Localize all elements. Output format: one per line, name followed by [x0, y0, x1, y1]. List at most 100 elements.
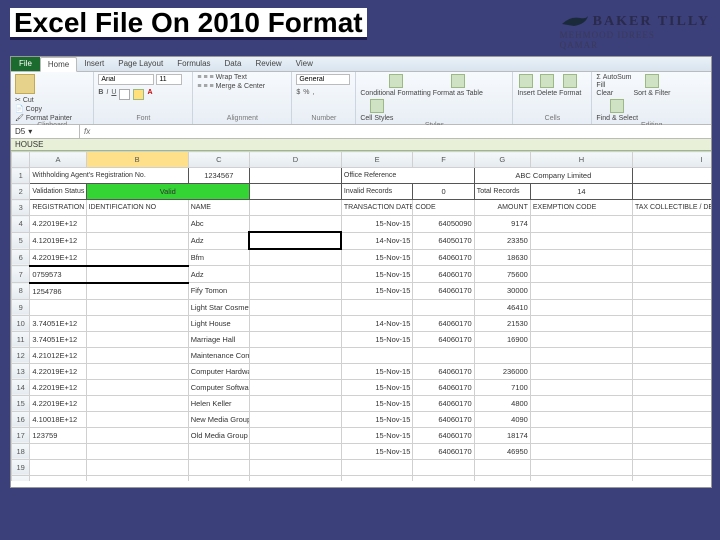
cell-date[interactable]: 15-Nov-15: [341, 427, 413, 443]
cell-date[interactable]: 15-Nov-15: [341, 249, 413, 266]
cell-code[interactable]: 64060170: [413, 331, 474, 347]
cell-d[interactable]: [249, 347, 341, 363]
table-row[interactable]: 19: [12, 459, 712, 475]
cell-d[interactable]: [249, 331, 341, 347]
cell-name[interactable]: Abc: [188, 216, 249, 233]
cell-reg[interactable]: 0759573: [30, 266, 86, 283]
cell-date[interactable]: 15-Nov-15: [341, 331, 413, 347]
table-row[interactable]: 1815-Nov-156406017046950Valid: [12, 443, 712, 459]
cell-code[interactable]: 64060170: [413, 427, 474, 443]
cell-reg[interactable]: 4.12019E+12: [30, 232, 86, 249]
align-top-icon[interactable]: ≡: [197, 74, 201, 81]
cell-code[interactable]: 64060170: [413, 249, 474, 266]
cell-code[interactable]: 64060170: [413, 283, 474, 300]
cell-date[interactable]: 15-Nov-15: [341, 411, 413, 427]
tab-view[interactable]: View: [289, 57, 320, 71]
value-reg-no[interactable]: 1234567: [188, 168, 249, 184]
font-name-input[interactable]: [98, 74, 154, 85]
formula-input[interactable]: [94, 126, 707, 137]
value-invalid-records[interactable]: 0: [413, 184, 474, 200]
find-icon[interactable]: [610, 99, 624, 113]
value-company[interactable]: ABC Company Limited: [474, 168, 632, 184]
cell-name[interactable]: Computer Software: [188, 379, 249, 395]
table-row[interactable]: 64.22019E+12Bfm15-Nov-156406017018630Val…: [12, 249, 712, 266]
cell-reg[interactable]: 3.74051E+12: [30, 331, 86, 347]
cell-reg[interactable]: 4.10018E+12: [30, 411, 86, 427]
fill-color-icon[interactable]: [133, 89, 144, 100]
cell-ident[interactable]: [86, 266, 188, 283]
cell-name[interactable]: Light House: [188, 315, 249, 331]
table-row[interactable]: 81254786Fify Tomon15-Nov-156406017030000…: [12, 283, 712, 300]
cell-ident[interactable]: [86, 216, 188, 233]
cell-exemption[interactable]: [530, 379, 632, 395]
tab-review[interactable]: Review: [248, 57, 288, 71]
font-size-input[interactable]: [156, 74, 182, 85]
cell-tax[interactable]: [633, 216, 712, 233]
align-center-icon[interactable]: ≡: [203, 83, 207, 90]
cell-name[interactable]: Adz: [188, 232, 249, 249]
table-row[interactable]: 144.22019E+12Computer Software15-Nov-156…: [12, 379, 712, 395]
table-row[interactable]: 124.21012E+12Maintenance Company: [12, 347, 712, 363]
underline-button[interactable]: U: [111, 89, 116, 100]
cell-d[interactable]: [249, 216, 341, 233]
cell-reg[interactable]: 4.22019E+12: [30, 363, 86, 379]
cell-exemption[interactable]: [530, 363, 632, 379]
cell-amount[interactable]: 46410: [474, 299, 530, 315]
cell-ident[interactable]: [86, 395, 188, 411]
cell-date[interactable]: 15-Nov-15: [341, 283, 413, 300]
cell-code[interactable]: 64050170: [413, 232, 474, 249]
column-labels-row[interactable]: 3 REGISTRATION NO IDENTIFICATION NO NAME…: [12, 200, 712, 216]
cell-amount[interactable]: 18174: [474, 427, 530, 443]
cell-ident[interactable]: [86, 232, 188, 249]
cut-button[interactable]: ✂ Cut: [15, 96, 72, 104]
cell-name[interactable]: Bfm: [188, 249, 249, 266]
number-format-input[interactable]: [296, 74, 350, 85]
cell-d[interactable]: [249, 283, 341, 300]
cell-code[interactable]: 64060170: [413, 266, 474, 283]
cell-exemption[interactable]: [530, 427, 632, 443]
table-row[interactable]: 154.22019E+12Helen Keller15-Nov-15640601…: [12, 395, 712, 411]
cell-date[interactable]: 15-Nov-15: [341, 379, 413, 395]
cell-tax[interactable]: [633, 347, 712, 363]
cell-tax[interactable]: [633, 283, 712, 300]
cell-reg[interactable]: [30, 299, 86, 315]
cell-ident[interactable]: [86, 427, 188, 443]
cell-ident[interactable]: [86, 315, 188, 331]
cell-code[interactable]: 64060170: [413, 395, 474, 411]
cell-exemption[interactable]: [530, 411, 632, 427]
align-bot-icon[interactable]: ≡: [210, 74, 214, 81]
cell-tax[interactable]: [633, 443, 712, 459]
cell-exemption[interactable]: [530, 299, 632, 315]
cell-amount[interactable]: 7100: [474, 379, 530, 395]
cell-reg[interactable]: [30, 443, 86, 459]
wrap-text-button[interactable]: Wrap Text: [216, 74, 247, 81]
cell-tax[interactable]: [633, 379, 712, 395]
cell-d[interactable]: [249, 395, 341, 411]
cell-amount[interactable]: 21530: [474, 315, 530, 331]
delete-icon[interactable]: [540, 74, 554, 88]
cell-ident[interactable]: [86, 283, 188, 300]
col-A[interactable]: A: [30, 152, 86, 168]
merge-button[interactable]: Merge & Center: [216, 83, 265, 90]
table-row[interactable]: 113.74051E+12Marriage Hall15-Nov-1564060…: [12, 331, 712, 347]
paste-icon[interactable]: [15, 74, 35, 94]
tab-insert[interactable]: Insert: [77, 57, 111, 71]
file-tab[interactable]: File: [11, 57, 40, 71]
table-row[interactable]: 1 Withholding Agent's Registration No. 1…: [12, 168, 712, 184]
cell-code[interactable]: 64060170: [413, 411, 474, 427]
cell-amount[interactable]: 46950: [474, 443, 530, 459]
cell-d[interactable]: [249, 315, 341, 331]
cell-d[interactable]: [249, 443, 341, 459]
cell-code[interactable]: 64060170: [413, 363, 474, 379]
format-table-icon[interactable]: [451, 74, 465, 88]
cond-format-icon[interactable]: [389, 74, 403, 88]
cell-date[interactable]: 15-Nov-15: [341, 266, 413, 283]
cell-amount[interactable]: 23350: [474, 232, 530, 249]
cell-tax[interactable]: [633, 427, 712, 443]
table-row[interactable]: 54.12019E+12Adz14-Nov-156405017023350Val…: [12, 232, 712, 249]
cell-date[interactable]: 15-Nov-15: [341, 363, 413, 379]
cell-exemption[interactable]: [530, 331, 632, 347]
cell-ident[interactable]: [86, 347, 188, 363]
name-box[interactable]: D5 ▾: [11, 125, 80, 138]
select-all-corner[interactable]: [12, 152, 30, 168]
